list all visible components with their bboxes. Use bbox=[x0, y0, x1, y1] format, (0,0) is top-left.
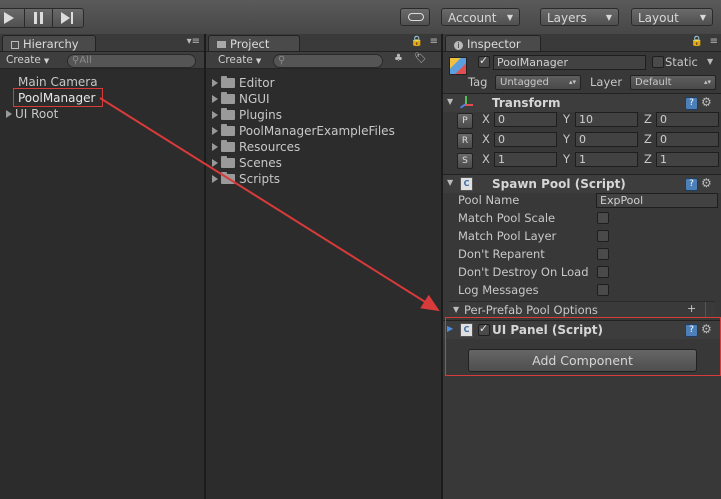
annotation-arrow bbox=[99, 97, 440, 312]
annotation-arrow-line bbox=[99, 97, 440, 312]
